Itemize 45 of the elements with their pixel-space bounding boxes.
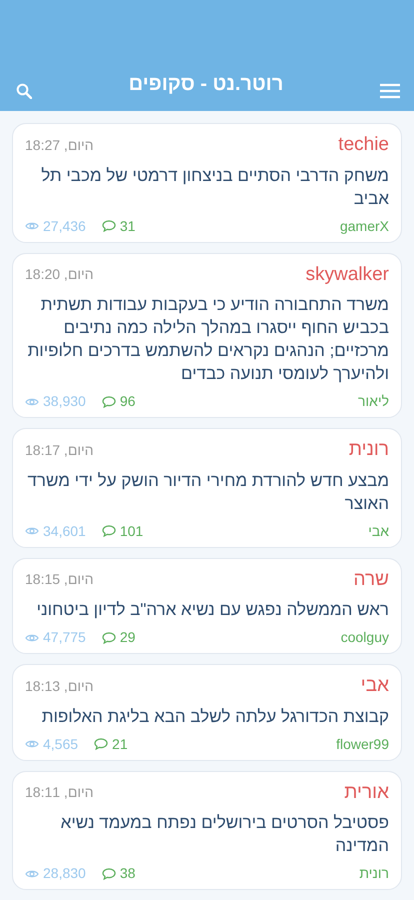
app-title: רוטר.נט - סקופים [128, 72, 284, 97]
comment-count: 29 [120, 628, 136, 647]
author-name[interactable]: אבי [360, 672, 389, 700]
author-name[interactable]: רונית [348, 436, 389, 464]
view-count: 38,930 [43, 392, 86, 411]
comment-icon [94, 738, 108, 750]
view-count: 27,436 [43, 216, 86, 236]
post-headline[interactable]: מבצע חדש להורדת מחירי הדיור הושק על ידי משרד האוצר [25, 468, 389, 514]
view-count: 28,830 [43, 864, 86, 883]
eye-icon [25, 739, 39, 749]
post-time: היום, 18:11 [25, 783, 94, 802]
comment-icon [102, 220, 116, 232]
comment-count: 38 [120, 864, 136, 883]
post-headline[interactable]: משרד התחבורה הודיע כי בעקבות עבודות תשתית בכביש החוף ייסגרו במהלך הלילה כמה נתיבים מרכזיים; הנהגים נקראים להשתמש בדרכים חלופיות ולהיערך לעומסי תנועה כבדים [25, 293, 389, 385]
post-time: היום, 18:27 [25, 136, 94, 155]
author-name[interactable]: techie [338, 131, 389, 160]
comment-icon [102, 396, 116, 408]
post-headline[interactable]: ראש הממשלה נפגש עם נשיא ארה"ב לדיון ביטחוני [25, 598, 389, 621]
search-button[interactable] [16, 83, 32, 99]
post-time: היום, 18:13 [25, 676, 94, 696]
post-time: היום, 18:17 [25, 440, 94, 460]
comment-icon [102, 632, 116, 644]
eye-icon [25, 632, 39, 642]
eye-icon [25, 526, 39, 536]
menu-button[interactable] [380, 83, 400, 99]
eye-icon [25, 221, 39, 231]
post-time: היום, 18:20 [25, 265, 94, 284]
post-headline[interactable]: פסטיבל הסרטים בירושלים נפתח במעמד נשיא המדינה [25, 811, 389, 857]
view-count: 4,565 [43, 734, 78, 754]
comment-count: 31 [120, 216, 136, 236]
eye-icon [25, 396, 39, 406]
post-headline[interactable]: משחק הדרבי הסתיים בניצחון דרמטי של מכבי תל אביב [25, 164, 389, 210]
author-name[interactable]: skywalker [306, 260, 389, 289]
author-name[interactable]: שרה [354, 566, 389, 594]
comment-count: 96 [120, 392, 136, 411]
view-count: 47,775 [43, 628, 86, 647]
post-headline[interactable]: קבוצת הכדורגל עלתה לשלב הבא בליגת האלופות [25, 704, 389, 728]
eye-icon [25, 868, 39, 878]
comment-icon [102, 868, 116, 880]
comment-count: 21 [112, 734, 128, 754]
comment-count: 101 [120, 522, 144, 540]
comment-icon [102, 525, 116, 537]
view-count: 34,601 [43, 522, 86, 540]
post-time: היום, 18:15 [25, 570, 94, 590]
author-name[interactable]: אורית [344, 778, 389, 807]
